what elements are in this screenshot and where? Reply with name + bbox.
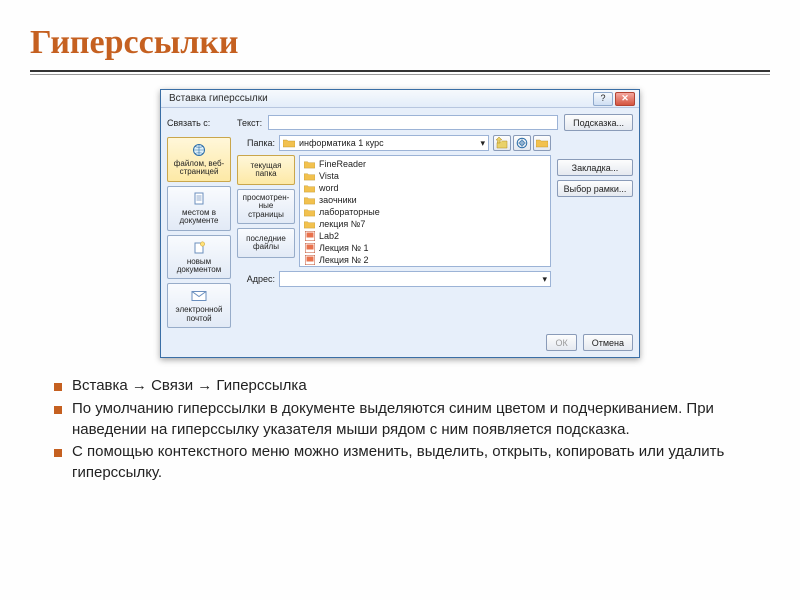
address-combo[interactable]: ▾ [279, 271, 551, 287]
folder-icon [304, 219, 315, 229]
bullet-text-0: Вставка → Связи → Гиперссылка [72, 376, 758, 397]
file-item[interactable]: Лекция № 1 [302, 242, 548, 254]
mail-icon [190, 288, 208, 304]
file-name: Лекция № 3 [319, 266, 369, 267]
folder-icon [283, 138, 295, 148]
linkto-label-1: местом в документе [170, 209, 228, 226]
doc-anchor-icon [190, 191, 208, 207]
file-name: лабораторные [319, 206, 380, 218]
file-item[interactable]: word [302, 182, 548, 194]
file-item[interactable]: лабораторные [302, 206, 548, 218]
bullet-icon [54, 383, 62, 391]
linkto-email[interactable]: электронной почтой [167, 283, 231, 328]
linkto-place-in-doc[interactable]: местом в документе [167, 186, 231, 231]
folder-icon [304, 159, 315, 169]
browse-browsed-pages[interactable]: просмотрен- ные страницы [237, 189, 295, 224]
file-item[interactable]: Lab2 [302, 230, 548, 242]
link-to-label: Связать с: [167, 118, 231, 128]
file-item[interactable]: Лекция № 2 [302, 254, 548, 266]
address-label: Адрес: [237, 274, 275, 284]
file-name: word [319, 182, 339, 194]
chevron-down-icon: ▾ [480, 138, 485, 149]
folder-icon [304, 195, 315, 205]
ppt-icon [304, 231, 315, 241]
file-item[interactable]: Vista [302, 170, 548, 182]
lookin-label: Папка: [237, 138, 275, 148]
bookmark-button[interactable]: Закладка... [557, 159, 633, 176]
title-rule [30, 70, 770, 72]
file-name: Lab2 [319, 230, 339, 242]
cancel-button[interactable]: Отмена [583, 334, 633, 351]
browse-current-folder[interactable]: текущая папка [237, 155, 295, 185]
browse-web-button[interactable] [513, 135, 531, 151]
file-name: Лекция № 1 [319, 242, 369, 254]
list-item: По умолчанию гиперссылки в документе выд… [54, 399, 758, 440]
new-doc-icon [190, 240, 208, 256]
folder-icon [304, 207, 315, 217]
close-window-button[interactable]: ✕ [615, 92, 635, 106]
file-item[interactable]: заочники [302, 194, 548, 206]
lookin-value: информатика 1 курс [299, 138, 384, 148]
bullet-list: Вставка → Связи → Гиперссылка По умолчан… [0, 376, 800, 483]
link-to-column: файлом, веб- страницей местом в документ… [167, 135, 231, 328]
linkto-new-document[interactable]: новым документом [167, 235, 231, 280]
lookin-combo[interactable]: информатика 1 курс ▾ [279, 135, 489, 151]
text-label: Текст: [237, 118, 262, 128]
folder-icon [304, 183, 315, 193]
bullet-text-2: С помощью контекстного меню можно измени… [72, 442, 758, 483]
linkto-existing-file[interactable]: файлом, веб- страницей [167, 137, 231, 182]
target-frame-button[interactable]: Выбор рамки... [557, 180, 633, 197]
slide-title: Гиперссылки [0, 0, 800, 70]
ppt-icon [304, 255, 315, 265]
chevron-down-icon: ▾ [542, 274, 547, 285]
ppt-icon [304, 243, 315, 253]
linkto-label-3: электронной почтой [170, 306, 228, 323]
title-rule-thin [30, 74, 770, 75]
file-name: заочники [319, 194, 357, 206]
file-name: Vista [319, 170, 339, 182]
bullet-text-1: По умолчанию гиперссылки в документе выд… [72, 399, 758, 440]
help-window-button[interactable]: ? [593, 92, 613, 106]
dialog-titlebar[interactable]: Вставка гиперссылки ? ✕ [161, 90, 639, 108]
text-input[interactable] [268, 115, 558, 130]
bullet-icon [54, 449, 62, 457]
file-item[interactable]: Лекция № 3 [302, 266, 548, 267]
linkto-label-2: новым документом [170, 258, 228, 275]
file-item[interactable]: лекция №7 [302, 218, 548, 230]
browse-file-button[interactable] [533, 135, 551, 151]
ok-button[interactable]: ОК [546, 334, 576, 351]
up-folder-button[interactable] [493, 135, 511, 151]
file-name: Лекция № 2 [319, 254, 369, 266]
bullet-icon [54, 406, 62, 414]
insert-hyperlink-dialog: Вставка гиперссылки ? ✕ Связать с: Текст… [160, 89, 640, 358]
file-name: FineReader [319, 158, 366, 170]
file-name: лекция №7 [319, 218, 365, 230]
list-item: С помощью контекстного меню можно измени… [54, 442, 758, 483]
folder-icon [304, 171, 315, 181]
globe-icon [190, 142, 208, 158]
list-item: Вставка → Связи → Гиперссылка [54, 376, 758, 397]
file-item[interactable]: FineReader [302, 158, 548, 170]
linkto-label-0: файлом, веб- страницей [170, 160, 228, 177]
dialog-title: Вставка гиперссылки [169, 93, 268, 104]
screentip-button[interactable]: Подсказка... [564, 114, 633, 131]
file-list[interactable]: FineReaderVistawordзаочникилабораторныел… [299, 155, 551, 267]
browse-recent-files[interactable]: последние файлы [237, 228, 295, 258]
